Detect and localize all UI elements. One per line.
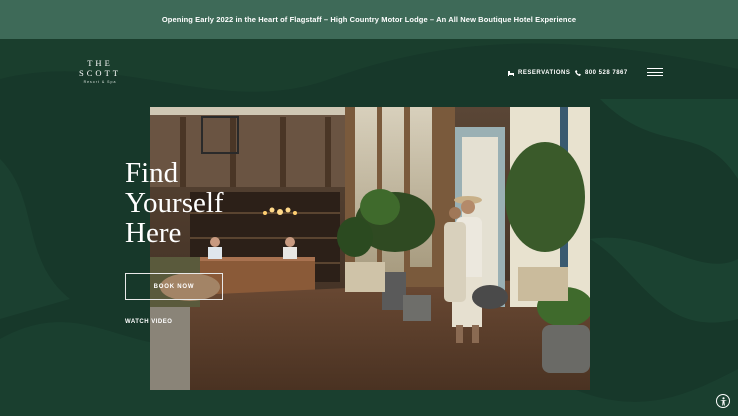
headline-line-2: Yourself: [125, 187, 224, 219]
hotel-lobby-image: [150, 107, 590, 390]
hero-headline: Find Yourself Here: [125, 158, 275, 248]
logo[interactable]: THE SCOTT Resort & Spa: [72, 58, 128, 84]
headline-line-1: Find: [125, 157, 179, 189]
bed-icon: [508, 70, 514, 76]
headline-line-3: Here: [125, 217, 182, 249]
hamburger-menu-icon[interactable]: [647, 68, 663, 77]
reservations-link[interactable]: RESERVATIONS: [508, 68, 570, 78]
phone-number: 800 528 7867: [585, 70, 628, 76]
reservations-label: RESERVATIONS: [518, 70, 571, 76]
watch-video-link[interactable]: WATCH VIDEO: [125, 319, 172, 325]
phone-icon: [575, 70, 581, 76]
announcement-bar: Opening Early 2022 in the Heart of Flags…: [0, 0, 738, 39]
announcement-text: Opening Early 2022 in the Heart of Flags…: [161, 15, 577, 24]
phone-link[interactable]: 800 528 7867: [575, 68, 628, 78]
hero-video[interactable]: [150, 107, 590, 390]
logo-line-2: SCOTT: [79, 68, 121, 78]
logo-line-1: THE: [87, 58, 113, 68]
book-now-button[interactable]: BOOK NOW: [125, 273, 223, 300]
accessibility-figure: [719, 396, 727, 406]
logo-tagline: Resort & Spa: [83, 80, 117, 84]
accessibility-icon[interactable]: [716, 394, 730, 408]
